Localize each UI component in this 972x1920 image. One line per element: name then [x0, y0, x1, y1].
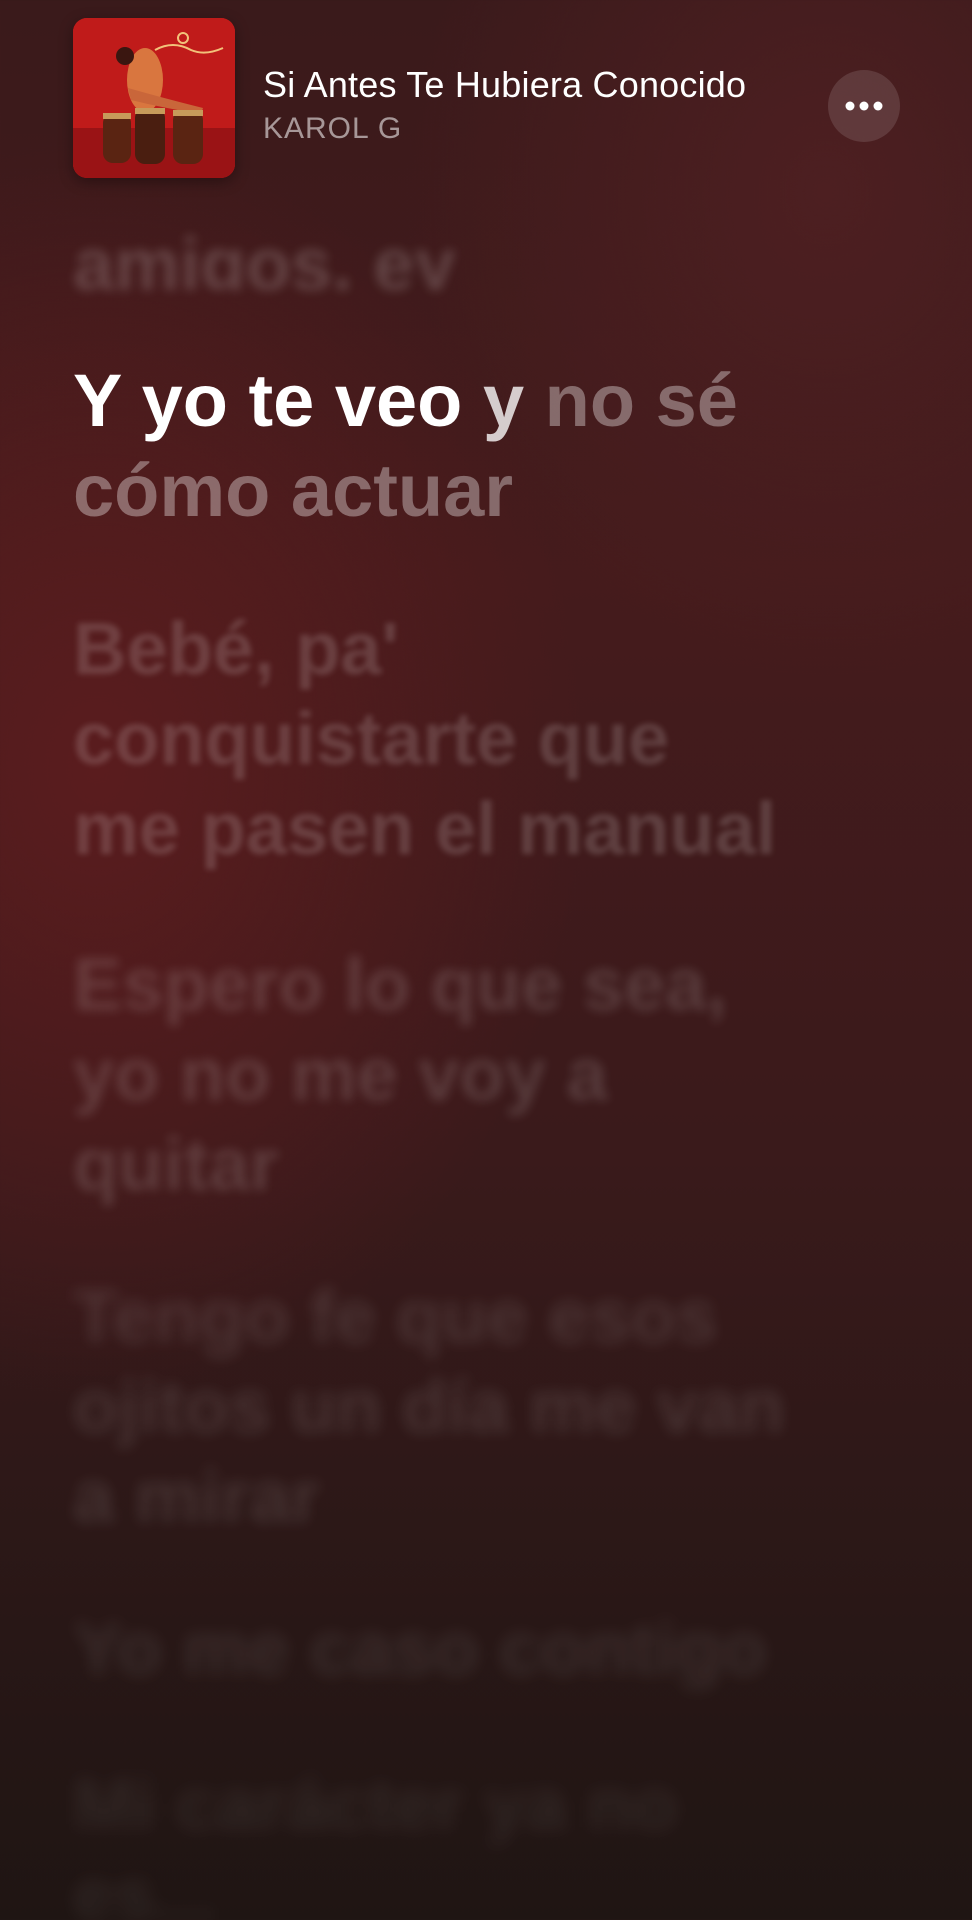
lyric-line[interactable]: Bebé, pa' conquistarte que me pasen el m… [73, 604, 793, 874]
now-playing-header: Si Antes Te Hubiera Conocido KAROL G [0, 0, 972, 190]
ellipsis-icon [845, 101, 883, 111]
track-artist[interactable]: KAROL G [263, 112, 402, 146]
album-artwork[interactable] [73, 18, 235, 178]
lyric-active-word: y [482, 359, 525, 442]
lyric-line[interactable]: Yo me caso contigo [73, 1604, 793, 1694]
more-options-button[interactable] [828, 70, 900, 142]
lyric-line[interactable]: Espero lo que sea, yo no me voy a quitar [73, 940, 793, 1210]
lyric-sung-words: Y yo te veo [73, 359, 483, 442]
lyric-line[interactable]: Mi carácter ya no es... [73, 1760, 793, 1920]
album-artwork-image [73, 18, 235, 178]
track-title[interactable]: Si Antes Te Hubiera Conocido [263, 64, 746, 106]
lyric-line[interactable]: Tengo fe que esos ojitos un día me van a… [73, 1272, 793, 1542]
lyric-line-current[interactable]: Y yo te veo y no sé cómo actuar [73, 356, 793, 536]
lyric-line-previous[interactable]: amigos, ey [73, 220, 793, 290]
